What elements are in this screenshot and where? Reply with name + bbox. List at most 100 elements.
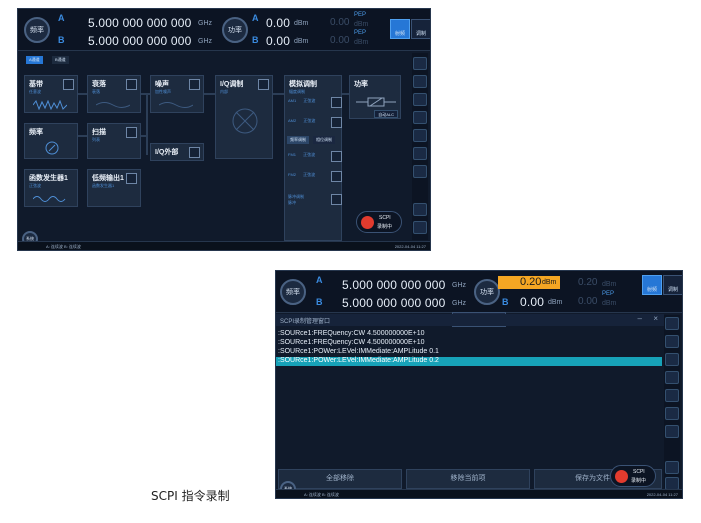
- block-title: 衰落: [92, 81, 106, 88]
- rf-on-button[interactable]: 射频: [642, 275, 662, 295]
- tab-freq-mod[interactable]: 频率调制: [287, 136, 309, 144]
- file-icon[interactable]: [413, 129, 427, 142]
- power-knob[interactable]: 功率: [222, 17, 248, 43]
- copy-icon[interactable]: [413, 75, 427, 88]
- folder-icon[interactable]: [665, 371, 679, 384]
- copy-icon[interactable]: [665, 335, 679, 348]
- pow-a-pep-label: PEP: [354, 12, 367, 18]
- freq-b-tag: B: [316, 297, 323, 307]
- block-title: 扫描: [92, 129, 106, 136]
- lf-output-checkbox[interactable]: [126, 173, 137, 184]
- frequency-knob[interactable]: 频率: [24, 17, 50, 43]
- undo-icon[interactable]: [413, 165, 427, 178]
- list-item[interactable]: :SOURce1:FREQuency:CW 4.500000000E+10: [278, 330, 425, 337]
- analog-mod-block[interactable]: 模拟调制 幅度调制 AM1 正弦波 AM2 正弦波 频率调制 相位调制 FM1 …: [284, 75, 342, 241]
- iq-mod-block[interactable]: I/Q调制 内部: [215, 75, 273, 159]
- block-subtitle: 正弦波: [29, 183, 41, 188]
- sweep-block[interactable]: 扫描 列表: [87, 123, 141, 159]
- undo-icon[interactable]: [665, 425, 679, 438]
- pulse-checkbox[interactable]: [331, 194, 342, 205]
- right-toolbar: [412, 53, 428, 240]
- mod-row-fm2[interactable]: FM2 正弦波: [288, 171, 342, 182]
- auto-alc-button[interactable]: 自动ALC: [374, 110, 398, 118]
- frequency-knob[interactable]: 频率: [280, 279, 306, 305]
- mod-row-label: FM1: [288, 152, 296, 157]
- header-bar: 频率 A B 5.000 000 000 000 GHz 5.000 000 0…: [276, 271, 682, 313]
- freq-a-value[interactable]: 5.000 000 000 000: [88, 16, 192, 30]
- pow-a-pep-unit: dBm: [602, 281, 617, 288]
- mod-row-sub: 正弦波: [303, 118, 316, 123]
- folder-icon[interactable]: [413, 111, 427, 124]
- mod-row-sub: 正弦波: [303, 98, 316, 103]
- mod-row-label: AM1: [288, 98, 297, 103]
- block-title: 频率: [29, 129, 43, 136]
- recording-label: 录制中: [631, 478, 647, 484]
- keyboard-icon[interactable]: [665, 407, 679, 420]
- mod-row-pulse[interactable]: 脉冲调制 脉冲: [288, 194, 342, 210]
- fm1-checkbox[interactable]: [331, 151, 342, 162]
- power-a-edit-field[interactable]: 0.20 dBm: [498, 276, 560, 289]
- status-bar: A: 连续波 B: 连续波 2022-04-04 11:27: [18, 241, 430, 250]
- scpi-command-list[interactable]: :SOURce1:FREQuency:CW 4.500000000E+10 :S…: [276, 327, 664, 465]
- frequency-block[interactable]: 频率: [24, 123, 78, 159]
- tab-channel-a[interactable]: A通道: [26, 56, 43, 64]
- screen-icon[interactable]: [413, 203, 427, 216]
- block-title: I/Q外部: [155, 149, 179, 156]
- iq-mod-checkbox[interactable]: [258, 79, 269, 90]
- list-item[interactable]: :SOURce1:POWer:LEVel:IMMediate:AMPLitude…: [278, 348, 439, 355]
- scpi-recording-badge[interactable]: SCPI 录制中: [610, 465, 656, 487]
- home-icon[interactable]: [665, 317, 679, 330]
- remove-all-button[interactable]: 全部移除: [278, 469, 402, 489]
- list-icon[interactable]: [665, 353, 679, 366]
- sweep-checkbox[interactable]: [126, 127, 137, 138]
- list-icon[interactable]: [413, 93, 427, 106]
- signal-wire: [146, 93, 148, 155]
- keyboard-icon[interactable]: [413, 147, 427, 160]
- block-title: 噪声: [155, 81, 169, 88]
- noise-block[interactable]: 噪声 加性噪声: [150, 75, 204, 113]
- am1-checkbox[interactable]: [331, 97, 342, 108]
- scpi-recording-badge[interactable]: SCPI 录制中: [356, 211, 402, 233]
- baseband-checkbox[interactable]: [63, 79, 74, 90]
- baseband-block[interactable]: 基带 任意波: [24, 75, 78, 113]
- rf-on-button[interactable]: 射频: [390, 19, 410, 39]
- close-icon[interactable]: ×: [653, 314, 658, 323]
- power-block[interactable]: 功率 自动ALC: [349, 75, 401, 119]
- iq-ext-block[interactable]: I/Q外部: [150, 143, 204, 161]
- am2-checkbox[interactable]: [331, 117, 342, 128]
- function-generator-block[interactable]: 函数发生器1 正弦波: [24, 169, 78, 207]
- fading-checkbox[interactable]: [126, 79, 137, 90]
- freq-b-tag: B: [58, 35, 65, 45]
- freq-b-value[interactable]: 5.000 000 000 000: [342, 296, 446, 310]
- mod-on-button[interactable]: 调制: [411, 19, 430, 39]
- freq-b-value[interactable]: 5.000 000 000 000: [88, 34, 192, 48]
- pow-b-unit: dBm: [548, 299, 563, 306]
- fading-block[interactable]: 衰落 衰落: [87, 75, 141, 113]
- pow-a-pep-value: 0.00: [330, 17, 350, 28]
- tab-channel-b[interactable]: B通道: [52, 56, 69, 64]
- noise-checkbox[interactable]: [189, 79, 200, 90]
- fm2-checkbox[interactable]: [331, 171, 342, 182]
- list-item[interactable]: :SOURce1:FREQuency:CW 4.500000000E+10: [278, 339, 425, 346]
- file-icon[interactable]: [665, 389, 679, 402]
- home-icon[interactable]: [413, 57, 427, 70]
- mod-row-am2[interactable]: AM2 正弦波: [288, 117, 342, 128]
- remove-current-button[interactable]: 移除当前项: [406, 469, 530, 489]
- mod-on-button[interactable]: 调制: [663, 275, 682, 295]
- help-icon[interactable]: [413, 221, 427, 234]
- minimize-icon[interactable]: –: [638, 314, 642, 323]
- list-item-selected[interactable]: :SOURce1:POWer:LEVel:IMMediate:AMPLitude…: [276, 357, 662, 366]
- power-knob[interactable]: 功率: [474, 279, 500, 305]
- pow-b-value[interactable]: 0.00: [266, 34, 290, 48]
- tab-phase-mod[interactable]: 相位调制: [313, 136, 335, 144]
- pow-b-value[interactable]: 0.00: [520, 295, 544, 309]
- freq-a-value[interactable]: 5.000 000 000 000: [342, 278, 446, 292]
- window-title: SCPI录制管理窗口: [280, 319, 331, 325]
- lf-output-block[interactable]: 低频输出1 函数发生器1: [87, 169, 141, 207]
- mod-row-am1[interactable]: AM1 正弦波: [288, 97, 342, 108]
- pow-a-value[interactable]: 0.00: [266, 16, 290, 30]
- screen-icon[interactable]: [665, 461, 679, 474]
- block-title: 函数发生器1: [29, 175, 68, 182]
- mod-row-fm1[interactable]: FM1 正弦波: [288, 151, 342, 162]
- iq-ext-checkbox[interactable]: [189, 147, 200, 158]
